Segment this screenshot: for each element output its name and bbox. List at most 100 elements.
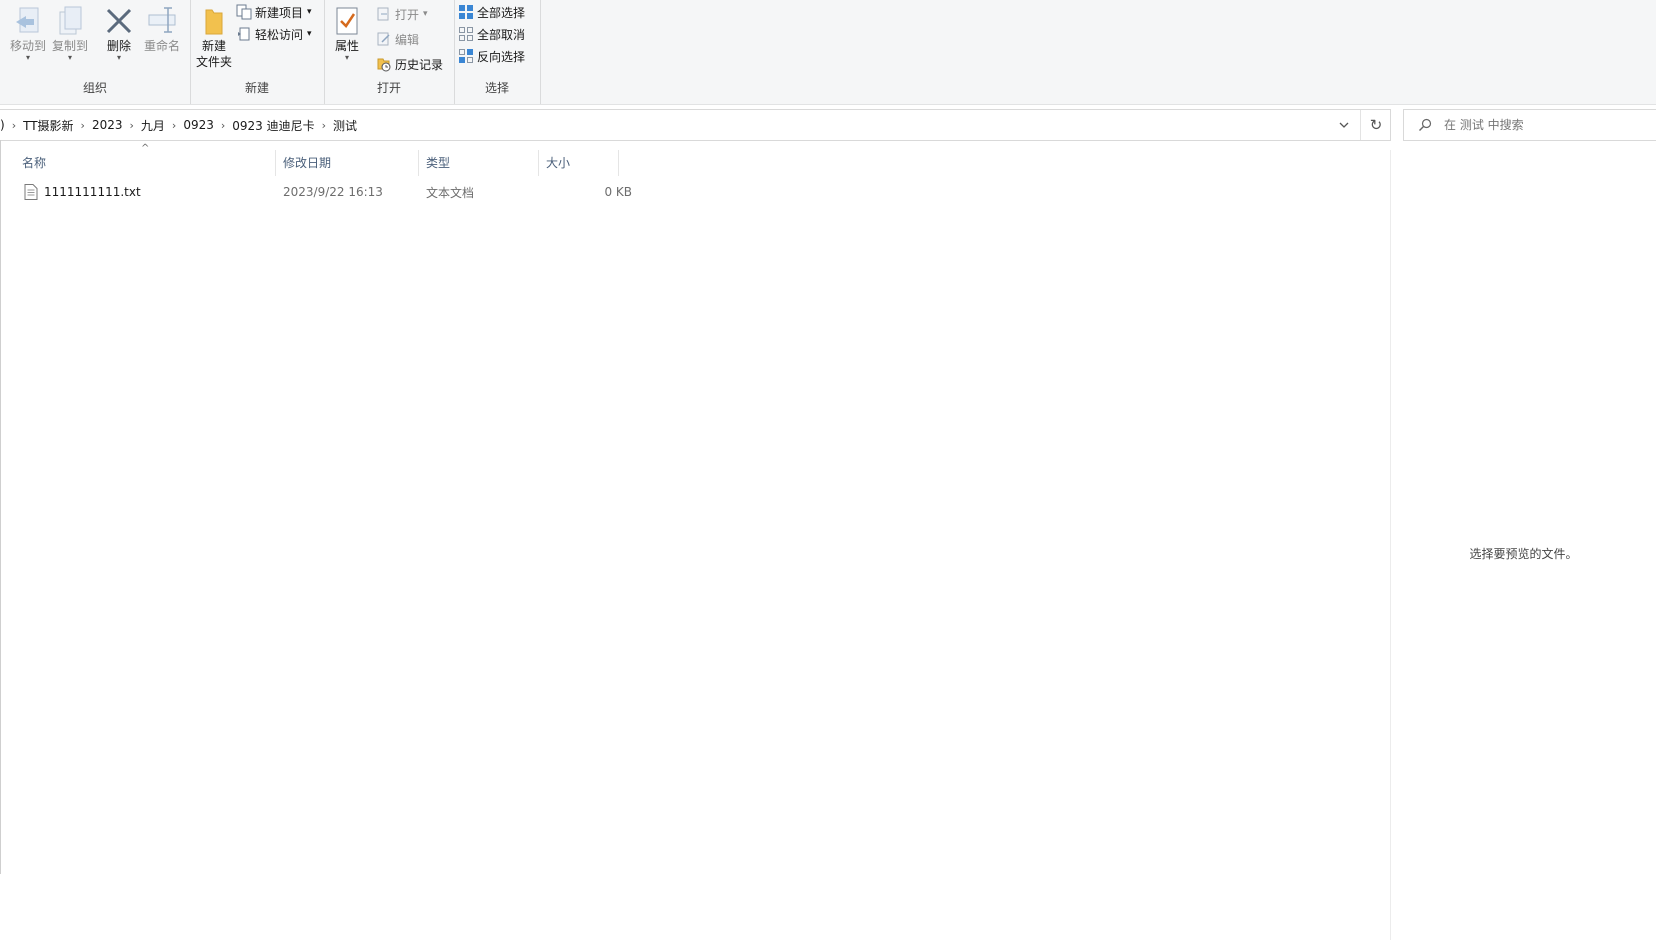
breadcrumb-item-current[interactable]: 测试 (328, 117, 362, 134)
chevron-down-icon: ▾ (116, 53, 121, 62)
new-group: 新建 文件夹 新建项目 ▾ 轻松访问 ▾ 新建 (190, 0, 325, 104)
select-group: 全部选择 全部取消 反向选择 选择 (454, 0, 541, 104)
open-file-icon (376, 6, 392, 22)
chevron-right-icon[interactable]: › (79, 119, 87, 132)
address-bar[interactable]: ) › TT摄影新 › 2023 › 九月 › 0923 › 0923 迪迪尼卡… (0, 109, 1391, 141)
select-none-icon (458, 26, 474, 42)
edit-label: 编辑 (395, 32, 420, 47)
delete-x-icon (103, 4, 135, 38)
new-item-icon (236, 4, 252, 20)
select-group-label: 选择 (484, 81, 509, 95)
breadcrumb-item[interactable]: 2023 (87, 118, 128, 132)
new-group-label: 新建 (244, 81, 269, 95)
breadcrumb-truncated[interactable]: ) (0, 118, 10, 132)
text-file-icon (24, 184, 38, 200)
move-to-button[interactable]: 移动到 ▾ (8, 4, 48, 62)
pane-left-border (0, 140, 1, 874)
refresh-icon: ↻ (1369, 116, 1383, 134)
properties-checkmark-icon (331, 4, 363, 38)
column-header-size[interactable]: 大小 (546, 150, 616, 174)
ribbon: 移动到 ▾ 复制到 ▾ 删除 ▾ 重命名 组织 新建 文件夹 新建项目 ▾ 轻松… (0, 0, 1656, 105)
column-divider[interactable] (538, 150, 539, 176)
chevron-right-icon[interactable]: › (10, 119, 18, 132)
organize-group: 移动到 ▾ 复制到 ▾ 删除 ▾ 重命名 组织 (0, 0, 191, 104)
chevron-right-icon[interactable]: › (320, 119, 328, 132)
file-modified: 2023/9/22 16:13 (283, 185, 383, 199)
chevron-down-icon: ▾ (344, 53, 349, 62)
select-none-button[interactable]: 全部取消 (458, 24, 525, 44)
delete-button[interactable]: 删除 ▾ (100, 4, 138, 62)
history-icon (376, 56, 392, 72)
chevron-right-icon[interactable]: › (170, 119, 178, 132)
column-header-size-label: 大小 (546, 155, 571, 170)
move-to-label: 移动到 (9, 39, 46, 53)
delete-label: 删除 (106, 39, 131, 53)
new-folder-button[interactable]: 新建 文件夹 (194, 4, 234, 70)
invert-selection-icon (458, 48, 474, 64)
select-none-label: 全部取消 (477, 27, 526, 42)
edit-pencil-icon (376, 31, 392, 47)
column-header-modified-label: 修改日期 (283, 155, 332, 170)
select-all-button[interactable]: 全部选择 (458, 2, 525, 22)
file-type: 文本文档 (426, 185, 475, 200)
search-input[interactable] (1442, 117, 1646, 133)
column-header-modified[interactable]: 修改日期 (283, 150, 413, 174)
easy-access-button[interactable]: 轻松访问 ▾ (236, 24, 312, 44)
refresh-button[interactable]: ↻ (1360, 110, 1391, 140)
rename-label: 重命名 (143, 39, 180, 53)
open-button[interactable]: 打开 ▾ (376, 4, 428, 24)
copy-to-label: 复制到 (51, 39, 88, 53)
chevron-right-icon[interactable]: › (219, 119, 227, 132)
address-history-dropdown[interactable] (1332, 110, 1356, 140)
properties-button[interactable]: 属性 ▾ (330, 4, 364, 62)
chevron-down-icon: ▾ (67, 53, 72, 62)
history-label: 历史记录 (395, 57, 444, 72)
open-group-label: 打开 (376, 81, 401, 95)
file-row[interactable]: 1111111111.txt 2023/9/22 16:13 文本文档 0 KB (20, 180, 632, 204)
easy-access-label: 轻松访问 (255, 27, 304, 42)
preview-message: 选择要预览的文件。 (1469, 547, 1578, 561)
column-divider[interactable] (618, 150, 619, 176)
chevron-down-icon: ▾ (423, 9, 428, 19)
rename-button[interactable]: 重命名 (140, 4, 184, 54)
select-all-label: 全部选择 (477, 5, 526, 20)
column-divider[interactable] (275, 150, 276, 176)
rename-icon (146, 4, 178, 38)
copy-to-icon (54, 4, 86, 38)
search-icon (1418, 118, 1432, 132)
chevron-right-icon[interactable]: › (128, 119, 136, 132)
move-to-icon (12, 4, 44, 38)
file-icon-cell (24, 180, 38, 204)
invert-selection-button[interactable]: 反向选择 (458, 46, 525, 66)
column-divider[interactable] (418, 150, 419, 176)
column-header-type-label: 类型 (426, 155, 451, 170)
new-item-button[interactable]: 新建项目 ▾ (236, 2, 312, 22)
breadcrumb-item[interactable]: 0923 迪迪尼卡 (227, 117, 319, 134)
file-size: 0 KB (604, 185, 632, 199)
select-all-icon (458, 4, 474, 20)
new-folder-label-line2: 文件夹 (195, 55, 232, 69)
breadcrumb: ) › TT摄影新 › 2023 › 九月 › 0923 › 0923 迪迪尼卡… (0, 110, 362, 140)
easy-access-icon (236, 26, 252, 42)
column-header-name[interactable]: 名称 (22, 150, 262, 174)
column-header-name-label: 名称 (22, 155, 47, 170)
properties-label: 属性 (334, 39, 359, 53)
folder-icon (198, 4, 230, 38)
column-header-type[interactable]: 类型 (426, 150, 526, 174)
breadcrumb-item[interactable]: TT摄影新 (18, 117, 78, 134)
invert-selection-label: 反向选择 (477, 49, 526, 64)
chevron-down-icon (1339, 122, 1349, 128)
history-button[interactable]: 历史记录 (376, 54, 443, 74)
organize-group-label: 组织 (82, 81, 107, 95)
breadcrumb-item[interactable]: 0923 (178, 118, 219, 132)
chevron-down-icon: ▾ (307, 29, 312, 39)
open-group: 属性 ▾ 打开 ▾ 编辑 历史记录 打开 (324, 0, 455, 104)
breadcrumb-item[interactable]: 九月 (136, 117, 170, 134)
search-box[interactable] (1403, 109, 1656, 141)
copy-to-button[interactable]: 复制到 ▾ (50, 4, 90, 62)
chevron-down-icon: ▾ (25, 53, 30, 62)
file-name[interactable]: 1111111111.txt (44, 180, 141, 204)
new-folder-label-line1: 新建 (201, 39, 226, 53)
edit-button[interactable]: 编辑 (376, 29, 419, 49)
chevron-down-icon: ▾ (307, 7, 312, 17)
